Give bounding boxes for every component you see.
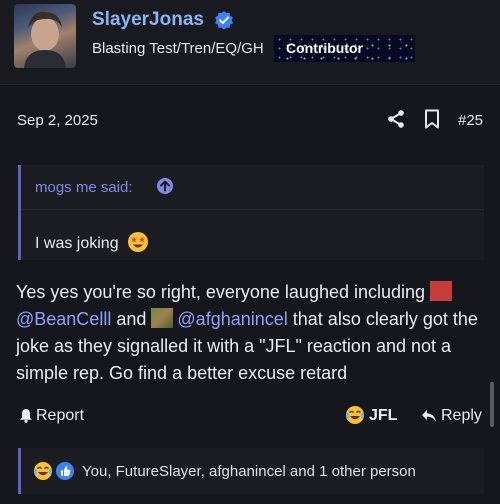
avatar[interactable] bbox=[14, 4, 76, 68]
scrollbar[interactable] bbox=[490, 382, 494, 427]
laughing-crying-emoji-icon bbox=[33, 461, 53, 481]
quote-body-text: I was joking bbox=[35, 235, 119, 252]
laughing-crying-emoji-icon[interactable] bbox=[345, 405, 365, 425]
quote-text: I was joking bbox=[35, 231, 149, 253]
quote-author[interactable]: mogs me said: bbox=[35, 179, 133, 196]
quote-block: mogs me said: I was joking bbox=[18, 165, 484, 260]
reactions-bar[interactable]: You, FutureSlayer, afghanincel and 1 oth… bbox=[18, 448, 484, 494]
message-text-and: and bbox=[116, 309, 147, 329]
post-number[interactable]: #25 bbox=[458, 112, 483, 129]
user-title: Blasting Test/Tren/EQ/GH bbox=[92, 40, 264, 57]
quote-separator bbox=[21, 209, 484, 210]
message-text-1: Yes yes you're so right, everyone laughe… bbox=[16, 282, 426, 302]
mention-link[interactable]: @BeanCelll bbox=[16, 309, 111, 329]
mention-link[interactable]: @afghanincel bbox=[177, 309, 287, 329]
mention-avatar bbox=[151, 308, 174, 328]
verified-badge-icon bbox=[214, 10, 234, 30]
bell-icon[interactable] bbox=[19, 408, 33, 423]
bookmark-icon[interactable] bbox=[424, 109, 440, 129]
header-divider bbox=[0, 84, 500, 85]
thumbs-up-icon bbox=[55, 461, 75, 481]
post-date[interactable]: Sep 2, 2025 bbox=[17, 112, 98, 129]
mention-avatar bbox=[430, 281, 453, 301]
contributor-banner: Contributor bbox=[274, 35, 415, 62]
share-icon[interactable] bbox=[386, 109, 406, 129]
go-to-quote-icon[interactable] bbox=[156, 177, 174, 195]
post-message: Yes yes you're so right, everyone laughe… bbox=[16, 279, 490, 387]
reaction-button[interactable]: JFL bbox=[369, 407, 397, 425]
reply-arrow-icon[interactable] bbox=[421, 409, 437, 423]
reply-button[interactable]: Reply bbox=[441, 407, 482, 425]
star-struck-emoji-icon bbox=[127, 231, 149, 253]
reactions-summary: You, FutureSlayer, afghanincel and 1 oth… bbox=[82, 463, 416, 480]
post-header: SlayerJonas Blasting Test/Tren/EQ/GH Con… bbox=[0, 0, 500, 84]
report-button[interactable]: Report bbox=[36, 407, 84, 425]
username[interactable]: SlayerJonas bbox=[92, 9, 204, 31]
